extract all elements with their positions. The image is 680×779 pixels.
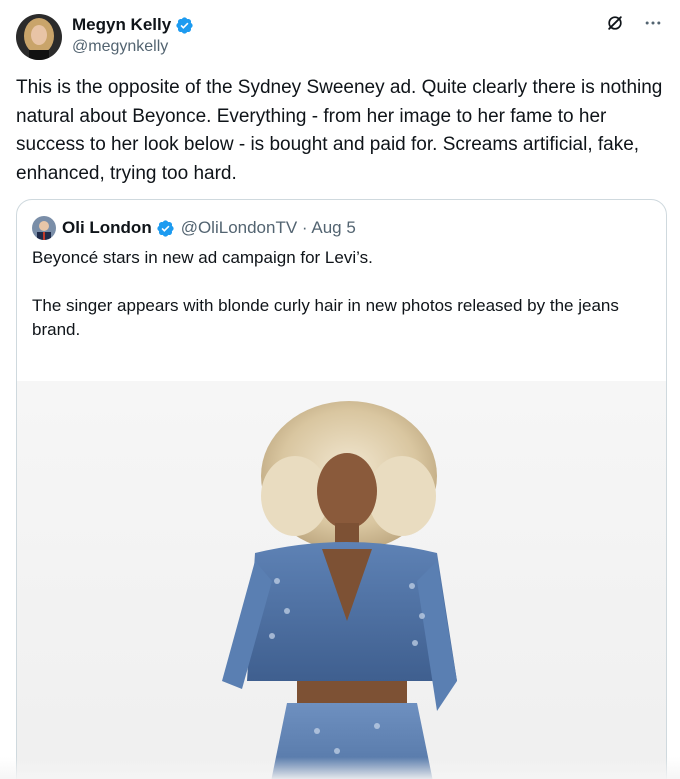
quote-tweet-card[interactable]: Oli London @OliLondonTV · Aug 5 Beyoncé … [16, 199, 667, 779]
author-display-name[interactable]: Megyn Kelly [72, 15, 171, 35]
quote-text: Beyoncé stars in new ad campaign for Lev… [32, 246, 652, 342]
more-dots-icon[interactable] [642, 12, 664, 34]
quote-header: Oli London @OliLondonTV · Aug 5 [32, 216, 356, 240]
tweet-header: Megyn Kelly @megynkelly [16, 12, 664, 62]
author-name-block: Megyn Kelly @megynkelly [72, 15, 194, 58]
quote-author-name: Oli London [62, 218, 152, 237]
grok-icon[interactable] [604, 12, 626, 34]
quote-text-line2: The singer appears with blonde curly hai… [32, 296, 619, 339]
author-avatar[interactable] [16, 14, 62, 60]
verified-badge-icon [175, 16, 194, 35]
quote-verified-badge-icon [156, 219, 175, 238]
top-actions [604, 12, 664, 34]
quote-text-line1: Beyoncé stars in new ad campaign for Lev… [32, 248, 373, 267]
author-handle[interactable]: @megynkelly [72, 36, 194, 58]
photo-denim-ad-image[interactable] [17, 381, 666, 779]
quote-handle-date: @OliLondonTV · Aug 5 [180, 218, 356, 237]
bottom-fade [0, 757, 680, 779]
tweet-text: This is the opposite of the Sydney Sween… [16, 77, 663, 184]
quote-author-avatar [32, 216, 56, 240]
